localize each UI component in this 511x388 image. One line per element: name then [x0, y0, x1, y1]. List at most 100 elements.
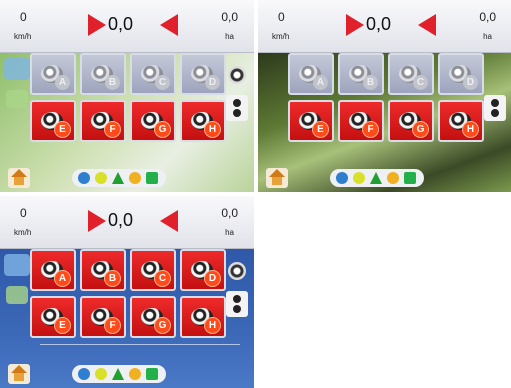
section-label: E [55, 318, 70, 333]
section-button-c[interactable]: C [388, 53, 434, 95]
section-button-b[interactable]: B [338, 53, 384, 95]
section-label: G [413, 122, 428, 137]
spray-icon[interactable] [370, 172, 382, 184]
section-button-d[interactable]: D [438, 53, 484, 95]
spray-icon[interactable] [112, 172, 124, 184]
home-icon[interactable] [8, 364, 30, 384]
speed-unit: km/h [14, 32, 32, 41]
section-label: C [413, 75, 428, 90]
level-icon[interactable] [353, 172, 365, 184]
section-counter: 0,0 [346, 12, 436, 40]
mode-toggle[interactable] [226, 95, 248, 121]
section-label: F [363, 122, 378, 137]
toolbar [72, 365, 166, 383]
section-button-f[interactable]: F [80, 296, 126, 338]
section-label: D [205, 75, 220, 90]
gauge-icon[interactable] [78, 368, 90, 380]
section-button-h[interactable]: H [180, 296, 226, 338]
section-button-h[interactable]: H [438, 100, 484, 142]
mode-toggle[interactable] [484, 95, 506, 121]
gauge-icon[interactable] [78, 172, 90, 184]
section-label: H [463, 122, 478, 137]
coin-icon[interactable] [129, 368, 141, 380]
arrow-left-icon[interactable] [160, 210, 178, 232]
section-button-e[interactable]: E [30, 100, 76, 142]
decor [6, 286, 28, 304]
gauge-icon[interactable] [336, 172, 348, 184]
area-value: 0,0 [221, 206, 238, 220]
toolbar [72, 169, 166, 187]
section-label: D [463, 75, 478, 90]
counter-value: 0,0 [108, 210, 134, 230]
arrow-right-icon[interactable] [346, 14, 364, 36]
section-label: D [205, 271, 220, 286]
section-button-g[interactable]: G [130, 100, 176, 142]
section-button-g[interactable]: G [388, 100, 434, 142]
decor [4, 254, 30, 276]
arrow-right-icon[interactable] [88, 210, 106, 232]
divider [40, 344, 240, 345]
arrow-right-icon[interactable] [88, 14, 106, 36]
section-button-a[interactable]: A [30, 249, 76, 291]
arrow-left-icon[interactable] [160, 14, 178, 36]
speed-value: 0 [20, 10, 27, 24]
section-button-b[interactable]: B [80, 249, 126, 291]
section-label: E [55, 122, 70, 137]
section-button-c[interactable]: C [130, 53, 176, 95]
section-label: B [363, 75, 378, 90]
mode-toggle[interactable] [226, 291, 248, 317]
level-icon[interactable] [95, 368, 107, 380]
section-button-h[interactable]: H [180, 100, 226, 142]
section-label: C [155, 271, 170, 286]
section-label: G [155, 318, 170, 333]
speed-value: 0 [278, 10, 285, 24]
area-unit: ha [225, 228, 234, 237]
home-icon[interactable] [266, 168, 288, 188]
section-button-g[interactable]: G [130, 296, 176, 338]
decor [6, 90, 28, 108]
section-button-b[interactable]: B [80, 53, 126, 95]
arrow-left-icon[interactable] [418, 14, 436, 36]
screen-2: 0 km/h 0,0 0,0 ha A B C D E F G H [258, 0, 511, 192]
speed-unit: km/h [14, 228, 32, 237]
section-counter: 0,0 [88, 208, 178, 236]
section-label: G [155, 122, 170, 137]
section-label: F [105, 318, 120, 333]
section-button-c[interactable]: C [130, 249, 176, 291]
speed-unit: km/h [272, 32, 290, 41]
area-unit: ha [225, 32, 234, 41]
screen-1: 0 km/h 0,0 0,0 ha A B C D E F G H [0, 0, 254, 192]
boom-icon[interactable] [404, 172, 416, 184]
section-button-a[interactable]: A [30, 53, 76, 95]
status-bar: 0 km/h 0,0 0,0 ha [258, 0, 511, 53]
boom-icon[interactable] [146, 172, 158, 184]
coin-icon[interactable] [387, 172, 399, 184]
counter-value: 0,0 [366, 14, 392, 34]
area-value: 0,0 [221, 10, 238, 24]
section-button-d[interactable]: D [180, 249, 226, 291]
section-label: C [155, 75, 170, 90]
coin-icon[interactable] [129, 172, 141, 184]
section-label: H [205, 318, 220, 333]
level-icon[interactable] [95, 172, 107, 184]
section-button-f[interactable]: F [80, 100, 126, 142]
section-label: B [105, 271, 120, 286]
section-button-e[interactable]: E [30, 296, 76, 338]
home-icon[interactable] [8, 168, 30, 188]
spray-icon[interactable] [112, 368, 124, 380]
section-button-f[interactable]: F [338, 100, 384, 142]
section-label: F [105, 122, 120, 137]
nozzle-icon[interactable] [228, 262, 246, 280]
status-bar: 0 km/h 0,0 0,0 ha [0, 196, 254, 249]
section-button-d[interactable]: D [180, 53, 226, 95]
section-label: B [105, 75, 120, 90]
section-button-e[interactable]: E [288, 100, 334, 142]
section-label: A [55, 75, 70, 90]
screen-3: 0 km/h 0,0 0,0 ha A B C D E F G H [0, 196, 254, 388]
section-button-a[interactable]: A [288, 53, 334, 95]
status-bar: 0 km/h 0,0 0,0 ha [0, 0, 254, 53]
nozzle-icon[interactable] [228, 66, 246, 84]
boom-icon[interactable] [146, 368, 158, 380]
area-unit: ha [483, 32, 492, 41]
section-label: A [55, 271, 70, 286]
